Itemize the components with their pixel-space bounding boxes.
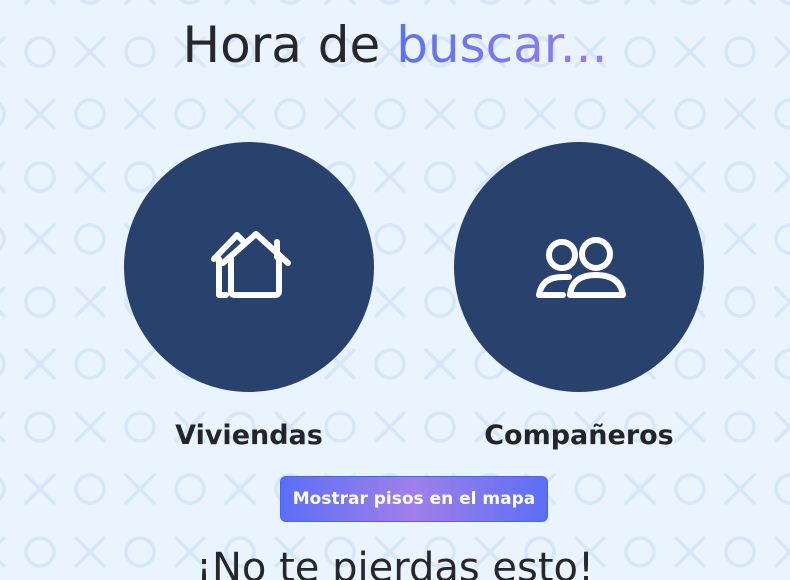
users-icon [536,237,626,298]
homes-option-label: Viviendas [175,420,323,451]
main-content: Hora de buscar... Viviendas Compañeros M… [0,0,790,580]
promo-title: ¡No te pierdas esto! [195,545,595,580]
house-icon [211,231,291,298]
show-map-button[interactable]: Mostrar pisos en el mapa [280,476,548,522]
mates-option-button[interactable] [454,142,704,392]
title-prefix: Hora de [182,16,397,74]
title-accent: buscar... [396,16,608,74]
mates-option-label: Compañeros [484,420,674,451]
homes-option-button[interactable] [124,142,374,392]
page-title: Hora de buscar... [0,14,790,76]
